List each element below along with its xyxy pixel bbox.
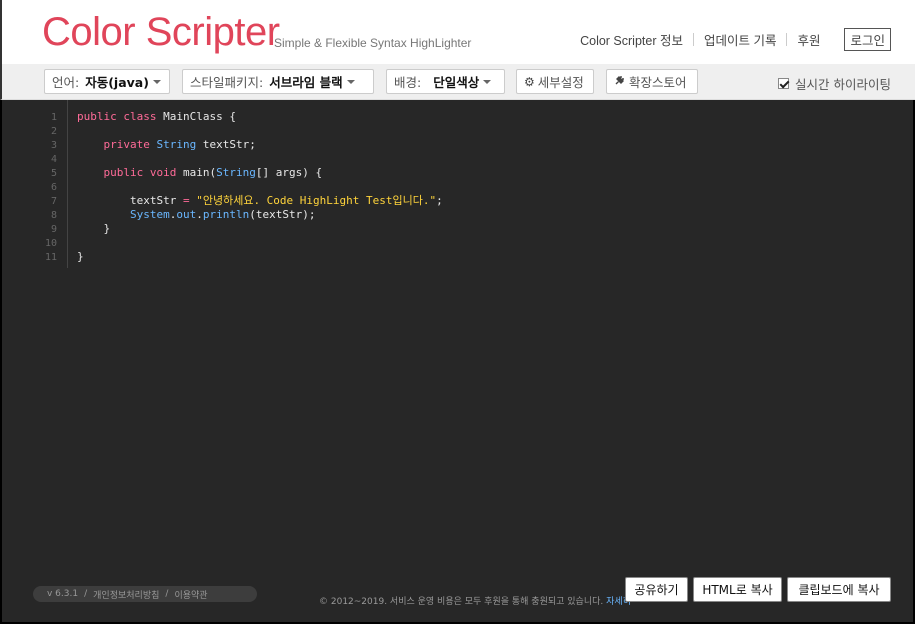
language-select[interactable]: 언어: 자동(java) (44, 69, 170, 94)
code-area[interactable]: public class MainClass { private String … (77, 110, 443, 264)
line-number: 6 (50, 182, 57, 193)
plug-icon (614, 74, 626, 89)
code-line: System.out.println(textStr); (77, 208, 443, 222)
version-bar: v 6.3.1 / 개인정보처리방침 / 이용약관 (33, 586, 257, 602)
realtime-label: 실시간 하이라이팅 (795, 77, 891, 92)
extension-store-button[interactable]: 확장스토어 (606, 69, 698, 94)
code-line: } (77, 222, 443, 236)
code-token: } (77, 222, 111, 235)
code-token: String (216, 166, 256, 179)
realtime-checkbox[interactable] (778, 78, 790, 89)
realtime-highlight-toggle[interactable]: 실시간 하이라이팅 (778, 74, 891, 93)
line-number: 2 (50, 126, 57, 137)
line-number: 5 (50, 168, 57, 179)
code-token: MainClass { (156, 110, 236, 123)
code-token: public (103, 166, 144, 179)
language-label: 언어: (52, 75, 80, 90)
code-token: ; (436, 194, 443, 207)
code-token: println (202, 208, 250, 221)
share-button[interactable]: 공유하기 (625, 577, 688, 602)
code-token: System (129, 208, 170, 221)
detail-settings-label: 세부설정 (537, 75, 584, 90)
code-token: (textStr); (249, 208, 316, 221)
divider: / (84, 589, 88, 599)
code-token: = (182, 194, 190, 207)
style-label: 스타일패키지: (190, 75, 264, 90)
copy-html-button[interactable]: HTML로 복사 (693, 577, 782, 602)
code-token: } (77, 250, 84, 263)
code-editor[interactable]: 1 2 3 4 5 6 7 8 9 10 11 public class MainClass { p… (0, 100, 915, 624)
code-line: } (77, 250, 443, 264)
background-label: 배경: (394, 75, 422, 90)
copyright: © 2012~2019. 서비스 운영 비용은 모두 후원을 통해 충원되고 있… (319, 594, 631, 607)
line-number: 9 (50, 224, 57, 235)
code-line: public void main(String[] args) { (77, 166, 443, 180)
code-token: . (196, 208, 203, 221)
code-line: private String textStr; (77, 138, 443, 152)
code-token: [] args) { (255, 166, 323, 179)
copy-clipboard-button[interactable]: 클립보드에 복사 (787, 577, 891, 602)
line-number: 11 (44, 252, 57, 263)
nav-about[interactable]: Color Scripter 정보 (570, 30, 693, 49)
line-number: 4 (50, 154, 57, 165)
style-package-select[interactable]: 스타일패키지: 서브라임 블랙 (182, 69, 374, 94)
language-value: 자동(java) (85, 75, 149, 90)
line-number-gutter: 1 2 3 4 5 6 7 8 9 10 11 (4, 100, 68, 268)
extension-store-label: 확장스토어 (629, 75, 687, 90)
code-token: void (149, 166, 177, 179)
background-select[interactable]: 배경: 단일색상 (386, 69, 505, 94)
toolbar: 언어: 자동(java) 스타일패키지: 서브라임 블랙 배경: 단일색상 ⚙ … (0, 64, 915, 100)
line-number: 1 (50, 112, 57, 123)
code-line: textStr = "안녕하세요. Code HighLight Test입니다… (77, 194, 443, 208)
line-number: 8 (50, 210, 57, 221)
nav-donate[interactable]: 후원 (787, 30, 830, 49)
divider: / (165, 589, 169, 599)
detail-settings-button[interactable]: ⚙ 세부설정 (516, 69, 594, 94)
nav-updates[interactable]: 업데이트 기록 (694, 30, 786, 49)
gear-icon: ⚙ (524, 74, 535, 89)
version-text: v 6.3.1 (47, 589, 79, 599)
line-number: 7 (50, 196, 57, 207)
code-token: public (77, 110, 117, 123)
chevron-down-icon (152, 79, 161, 84)
top-nav: Color Scripter 정보 업데이트 기록 후원 로그인 (570, 28, 891, 51)
line-number: 10 (44, 238, 57, 249)
header: Color Scripter Simple & Flexible Syntax … (0, 0, 915, 64)
code-token: class (123, 110, 157, 123)
login-button[interactable]: 로그인 (844, 28, 891, 51)
code-line: public class MainClass { (77, 110, 443, 124)
logo[interactable]: Color Scripter (42, 10, 280, 55)
background-value: 단일색상 (433, 75, 480, 90)
code-token: textStr (77, 194, 183, 207)
code-token: String (156, 138, 197, 151)
chevron-down-icon (483, 79, 492, 84)
code-token: out (176, 208, 197, 221)
copyright-text: © 2012~2019. 서비스 운영 비용은 모두 후원을 통해 충원되고 있… (319, 597, 604, 607)
style-value: 서브라임 블랙 (269, 75, 343, 90)
terms-link[interactable]: 이용약관 (174, 588, 207, 601)
tagline: Simple & Flexible Syntax HighLighter (274, 36, 472, 50)
line-number: 3 (50, 140, 57, 151)
privacy-link[interactable]: 개인정보처리방침 (93, 588, 159, 601)
code-token: private (103, 138, 150, 151)
chevron-down-icon (346, 79, 355, 84)
code-token: "안녕하세요. Code HighLight Test입니다." (196, 194, 437, 207)
code-token: main( (176, 166, 217, 179)
code-token: textStr; (196, 138, 256, 151)
